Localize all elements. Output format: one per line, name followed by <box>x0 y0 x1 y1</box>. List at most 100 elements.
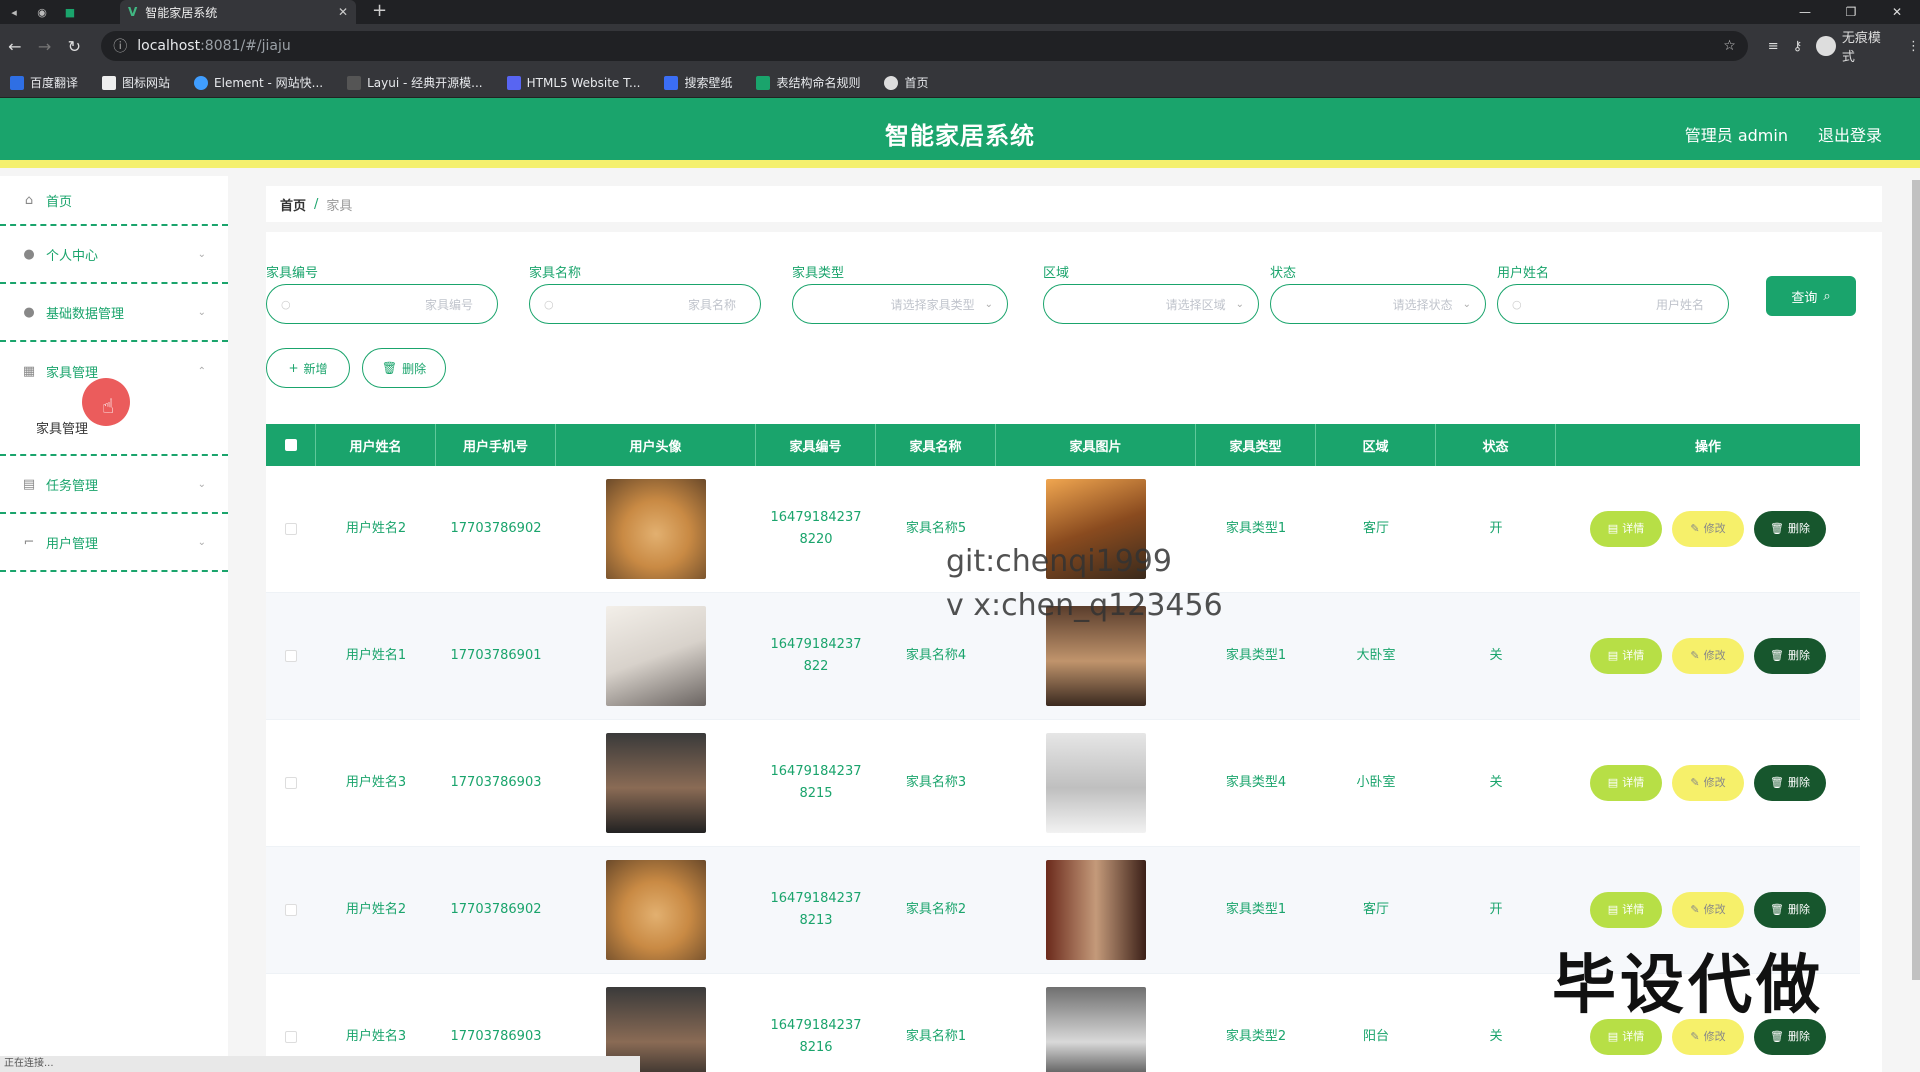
avatar-image[interactable] <box>606 733 706 833</box>
sidebar-item-home[interactable]: ⌂ 首页 <box>0 176 228 226</box>
placeholder: 用户姓名 <box>1655 297 1704 312</box>
reload-icon[interactable]: ↻ <box>60 37 90 56</box>
detail-button[interactable]: ▤ 详情 <box>1590 638 1662 674</box>
back-icon[interactable]: ← <box>0 37 30 56</box>
cell-status: 关 <box>1489 1029 1503 1044</box>
forward-icon[interactable]: → <box>30 37 60 56</box>
cell-actions: ▤ 详情 ✎ 修改 🗑 删除 <box>1556 466 1860 592</box>
sidebar-item-users[interactable]: ⌐ 用户管理 ⌄ <box>0 514 228 572</box>
furniture-image[interactable] <box>1046 987 1146 1072</box>
code-line: 16479184237 <box>770 510 862 525</box>
cell-status: 开 <box>1489 521 1503 536</box>
username-input[interactable]: ○ 用户姓名 <box>1497 284 1729 324</box>
code-line: 8213 <box>799 913 833 928</box>
delete-button[interactable]: 🗑 删除 <box>1754 638 1826 674</box>
furniture-image[interactable] <box>1046 733 1146 833</box>
bookmark-label: 搜索壁纸 <box>684 76 733 90</box>
edit-button[interactable]: ✎ 修改 <box>1672 765 1744 801</box>
cell-area: 客厅 <box>1362 902 1389 917</box>
cell-furniture-type: 家具类型4 <box>1225 775 1287 790</box>
edit-button[interactable]: ✎ 修改 <box>1672 511 1744 547</box>
detail-button[interactable]: ▤ 详情 <box>1590 892 1662 928</box>
placeholder: 家具名称 <box>687 297 736 312</box>
delete-button[interactable]: 🗑 删除 <box>1754 892 1826 928</box>
sidebar-item-profile[interactable]: ● 个人中心 ⌄ <box>0 226 228 284</box>
row-checkbox[interactable] <box>285 1031 297 1043</box>
new-tab-icon[interactable]: + <box>372 0 387 24</box>
logout-link[interactable]: 退出登录 <box>1818 122 1882 146</box>
sidebar-item-base-data[interactable]: ● 基础数据管理 ⌄ <box>0 284 228 342</box>
info-icon[interactable]: ⓘ <box>113 36 127 56</box>
page-scrollbar[interactable] <box>1912 180 1920 980</box>
delete-button[interactable]: 🗑 删除 <box>1754 511 1826 547</box>
bookmark-star-icon[interactable]: ☆ <box>1723 38 1736 54</box>
layui-icon <box>347 75 362 90</box>
minimize-icon[interactable]: — <box>1782 0 1828 24</box>
bookmark-item[interactable]: 图标网站 <box>102 74 170 91</box>
row-checkbox[interactable] <box>285 523 297 535</box>
type-select[interactable]: 请选择家具类型 ⌄ <box>792 284 1008 324</box>
bookmark-item[interactable]: Layui - 经典开源模... <box>347 74 483 91</box>
edit-label: 修改 <box>1703 903 1726 916</box>
code-input[interactable]: ○ 家具编号 <box>266 284 498 324</box>
globe-icon[interactable]: ◉ <box>28 0 56 24</box>
wallpaper-icon <box>664 75 679 90</box>
delete-button[interactable]: 🗑 删除 <box>1754 765 1826 801</box>
cell-avatar <box>556 720 756 846</box>
app-tab-icon[interactable]: ■ <box>56 0 84 24</box>
row-select-cell <box>266 847 316 973</box>
field-label: 区域 <box>1043 266 1070 281</box>
bookmark-item[interactable]: 搜索壁纸 <box>664 74 732 91</box>
cell-area: 阳台 <box>1362 1029 1389 1044</box>
name-input[interactable]: ○ 家具名称 <box>529 284 761 324</box>
close-tab-icon[interactable]: ✕ <box>338 5 348 19</box>
detail-label: 详情 <box>1622 776 1645 789</box>
key-icon[interactable]: ⚷ <box>1793 39 1803 54</box>
active-tab[interactable]: V 智能家居系统 ✕ <box>120 0 356 24</box>
field-label: 家具编号 <box>266 266 319 281</box>
bookmark-item[interactable]: HTML5 Website T... <box>506 75 640 90</box>
bookmark-item[interactable]: Element - 网站快... <box>194 74 323 91</box>
status-bar: 正在连接... <box>0 1056 640 1072</box>
cell-status: 关 <box>1489 775 1503 790</box>
status-select[interactable]: 请选择状态 ⌄ <box>1270 284 1486 324</box>
watermark-line: git:chenqi1999 <box>946 544 1172 579</box>
avatar-image[interactable] <box>606 479 706 579</box>
query-button[interactable]: 查询 ⌕ <box>1766 276 1856 316</box>
detail-button[interactable]: ▤ 详情 <box>1590 511 1662 547</box>
bookmark-item[interactable]: 表结构命名规则 <box>756 74 860 91</box>
row-checkbox[interactable] <box>285 650 297 662</box>
breadcrumb-home[interactable]: 首页 <box>280 195 306 214</box>
row-checkbox[interactable] <box>285 904 297 916</box>
cell-username: 用户姓名3 <box>345 775 407 790</box>
edit-button[interactable]: ✎ 修改 <box>1672 638 1744 674</box>
breadcrumb: 首页 / 家具 <box>266 186 1882 222</box>
avatar-image[interactable] <box>606 606 706 706</box>
bookmark-item[interactable]: 百度翻译 <box>10 74 78 91</box>
table-row: 用户姓名3 17703786903 16479184237 8215 家具名称3… <box>266 720 1860 847</box>
detail-button[interactable]: ▤ 详情 <box>1590 765 1662 801</box>
incognito-badge[interactable]: 无痕模式 <box>1816 27 1893 65</box>
app-header: 智能家居系统 管理员 admin 退出登录 <box>0 98 1920 168</box>
furniture-image[interactable] <box>1046 860 1146 960</box>
url-field[interactable]: ⓘ localhost :8081/#/jiaju ☆ <box>101 31 1748 61</box>
field-label: 用户姓名 <box>1497 266 1550 281</box>
restore-icon[interactable]: ❐ <box>1828 0 1874 24</box>
edit-button[interactable]: ✎ 修改 <box>1672 892 1744 928</box>
area-select[interactable]: 请选择区域 ⌄ <box>1043 284 1259 324</box>
avatar-image[interactable] <box>606 860 706 960</box>
media-icon[interactable]: ≡ <box>1768 39 1779 54</box>
add-button[interactable]: + 新增 <box>266 348 350 388</box>
placeholder: 请选择区域 <box>1165 297 1226 312</box>
cell-code: 16479184237 8215 <box>756 720 876 846</box>
sidebar-item-tasks[interactable]: ▤ 任务管理 ⌄ <box>0 456 228 514</box>
menu-icon[interactable]: ⋮ <box>1907 39 1920 54</box>
pencil-icon: ✎ <box>1690 903 1700 916</box>
row-checkbox[interactable] <box>285 777 297 789</box>
batch-delete-button[interactable]: 🗑 删除 <box>362 348 446 388</box>
chevron-down-icon: ⌄ <box>984 298 993 310</box>
speaker-icon[interactable]: ◂ <box>0 0 28 24</box>
select-all-checkbox[interactable] <box>284 439 297 451</box>
bookmark-item[interactable]: 首页 <box>884 74 929 91</box>
close-window-icon[interactable]: ✕ <box>1874 0 1920 24</box>
